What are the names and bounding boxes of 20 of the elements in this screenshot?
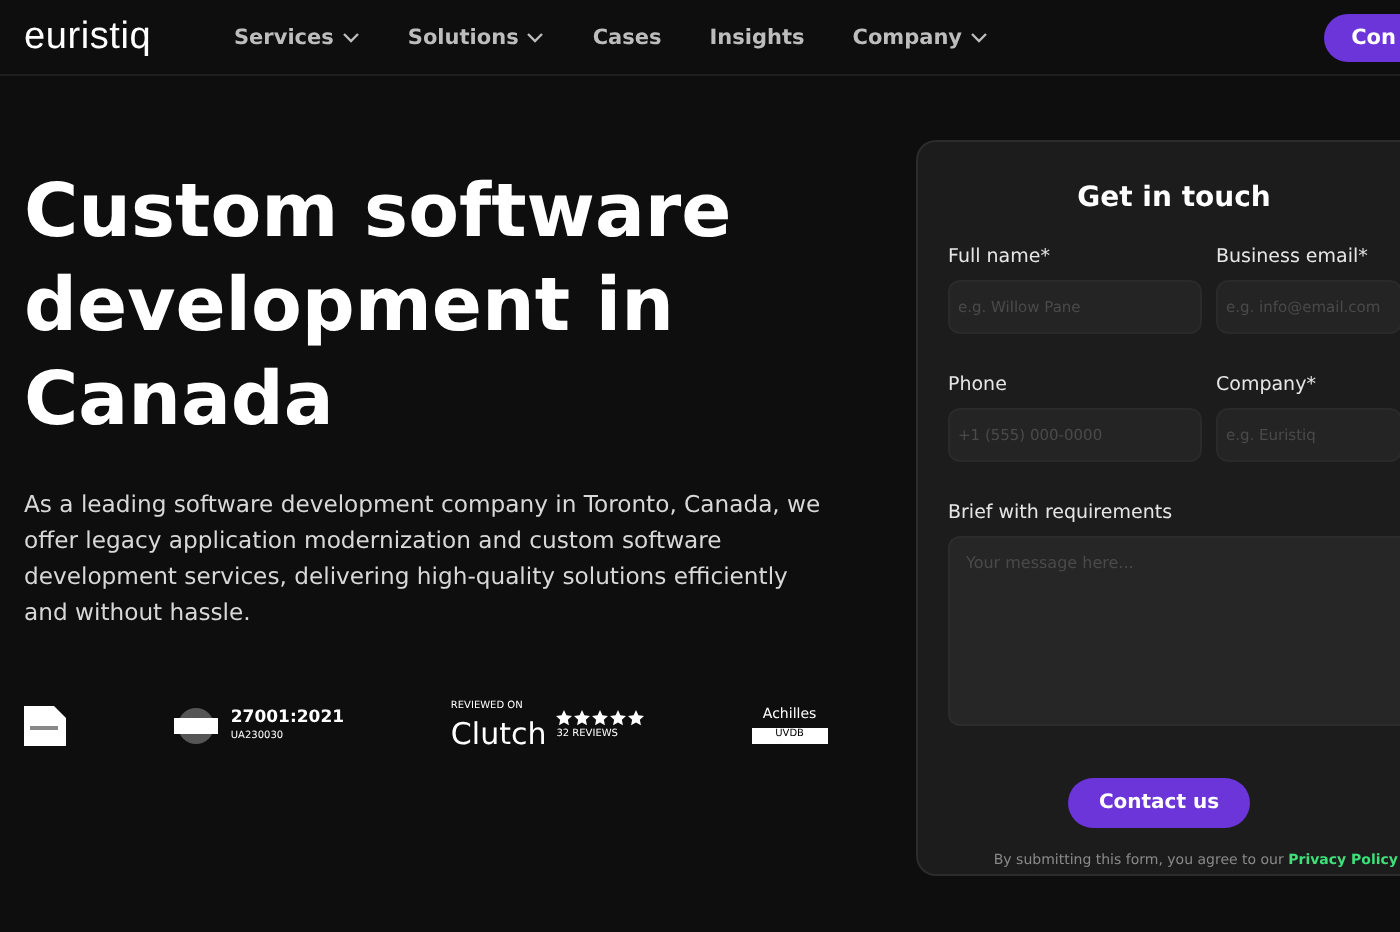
field-label: Company* bbox=[1216, 374, 1318, 396]
field-label: Phone bbox=[948, 374, 1009, 396]
iso-logo-icon bbox=[172, 706, 221, 746]
field-label: Full name* bbox=[948, 246, 1052, 268]
nav-link[interactable]: Insights bbox=[709, 25, 805, 49]
hero-description: As a leading software development company in Toronto, Canada, we offer legacy application modernization and custom software development services, delivering high-quality solutions efficiently and without hassle. bbox=[24, 488, 823, 630]
submit-button[interactable]: Contact us bbox=[1068, 778, 1250, 828]
hero-title: Custom software development in Canada bbox=[24, 166, 734, 446]
contact-button[interactable]: Con bbox=[1323, 13, 1400, 61]
nav-link[interactable]: Company bbox=[852, 25, 989, 49]
logo[interactable]: euristiq bbox=[24, 15, 234, 59]
partner-badge-icon bbox=[24, 706, 66, 746]
nav-link[interactable]: Services bbox=[234, 25, 360, 49]
form-title: Get in touch bbox=[1075, 182, 1273, 214]
certificate-title: 27001:2021 bbox=[230, 709, 345, 728]
field-label: Brief with requirements bbox=[948, 502, 1175, 524]
review-brand: Clutch bbox=[450, 717, 547, 750]
nav-link[interactable]: Cases bbox=[592, 25, 662, 49]
nav-link[interactable]: Solutions bbox=[407, 25, 545, 49]
field-label: Business email* bbox=[1216, 246, 1370, 268]
